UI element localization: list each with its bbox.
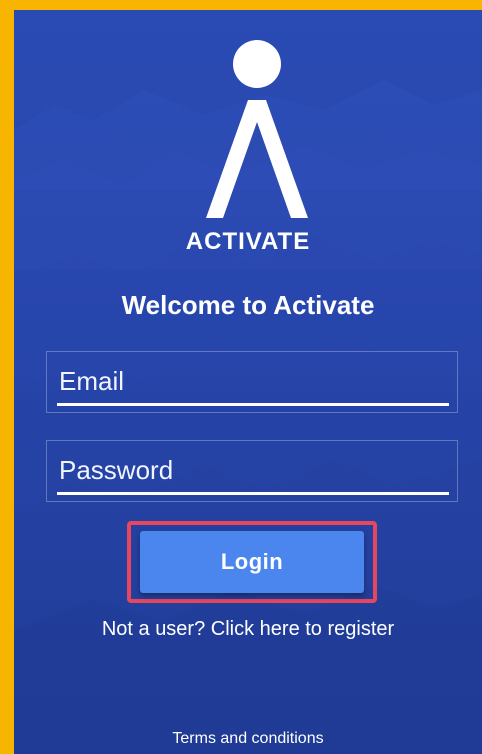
login-screen: ACTIVATE Welcome to Activate Login Not a…: [14, 10, 482, 754]
password-underline: [57, 492, 449, 495]
device-frame: ACTIVATE Welcome to Activate Login Not a…: [0, 0, 482, 754]
email-underline: [57, 403, 449, 406]
login-button[interactable]: Login: [140, 531, 364, 593]
login-content: ACTIVATE Welcome to Activate Login Not a…: [14, 10, 482, 754]
activate-figure-logo-icon: [206, 40, 308, 218]
email-field-container: [46, 351, 458, 413]
welcome-title: Welcome to Activate: [121, 290, 375, 320]
register-link[interactable]: Not a user? Click here to register: [14, 618, 482, 641]
password-field-container: [46, 440, 458, 502]
brand-name: ACTIVATE: [185, 228, 311, 255]
terms-link[interactable]: Terms and conditions: [14, 730, 482, 748]
email-input[interactable]: [57, 358, 451, 404]
password-input[interactable]: [57, 447, 451, 493]
